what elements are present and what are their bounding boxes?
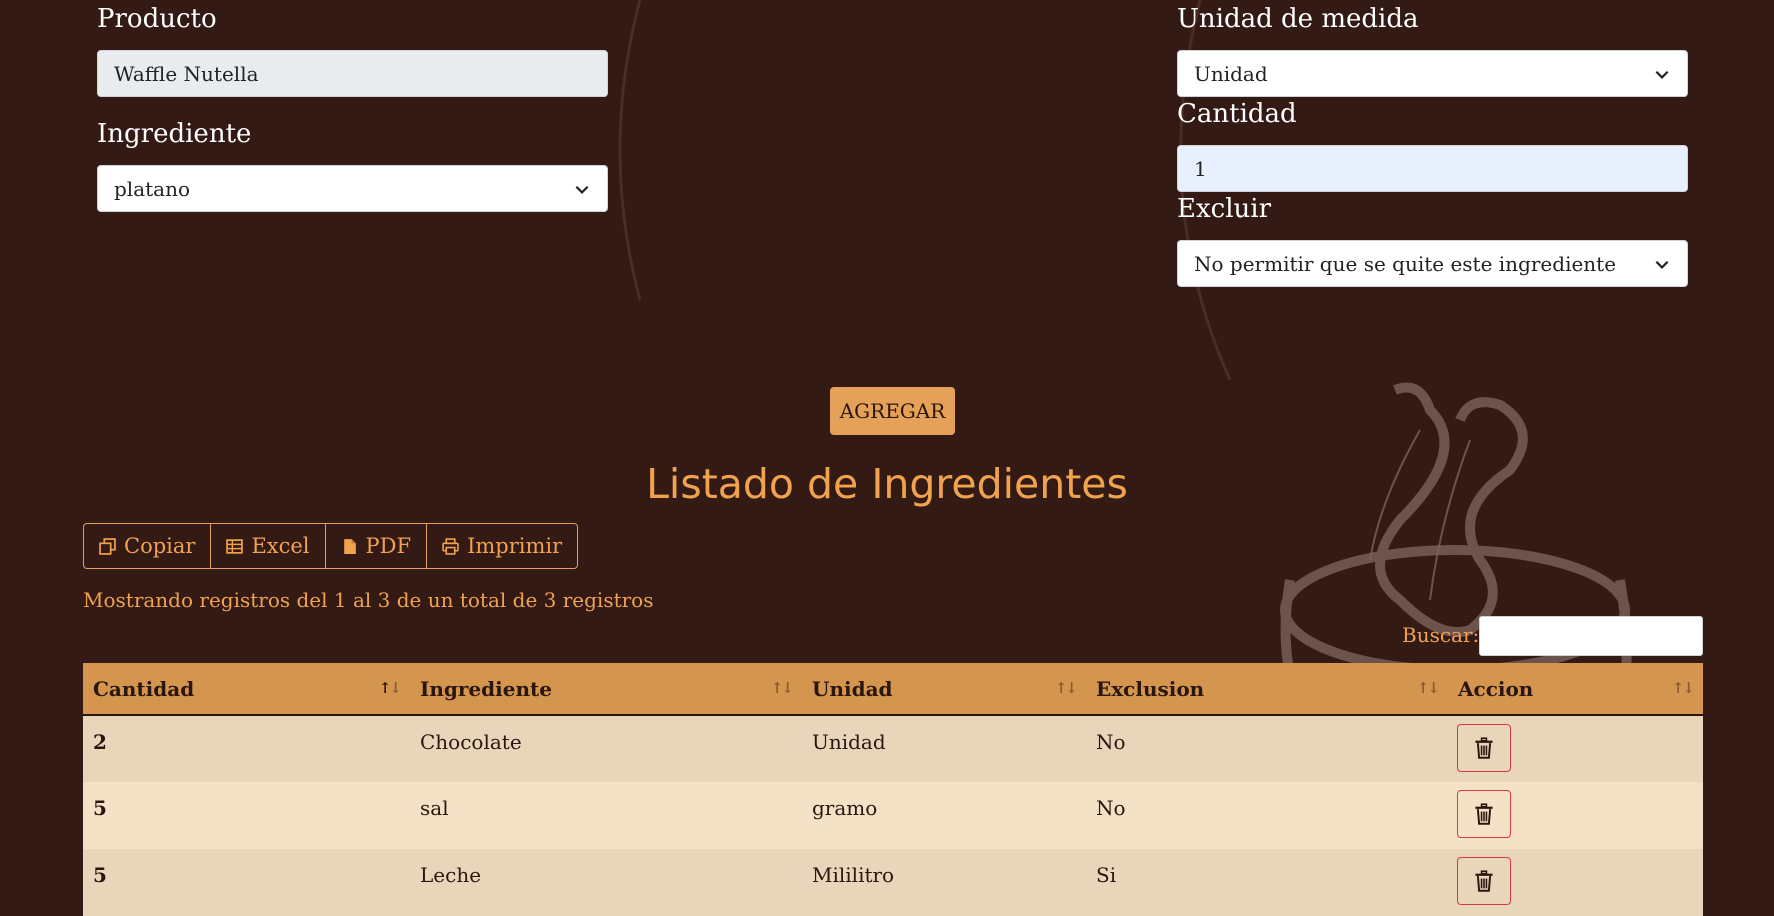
table-row: 5 sal gramo No — [83, 782, 1703, 849]
table-icon — [226, 538, 244, 554]
cell-exclusion: No — [1086, 715, 1448, 782]
column-header-unidad[interactable]: Unidad ↑↓ — [802, 663, 1086, 716]
ingrediente-value: platano — [114, 176, 191, 201]
table-row: 5 Leche Mililitro Si — [83, 849, 1703, 916]
excluir-select[interactable]: No permitir que se quite este ingredient… — [1177, 240, 1688, 287]
excel-button-label: Excel — [251, 534, 310, 558]
cell-accion — [1448, 849, 1703, 916]
column-header-cantidad[interactable]: Cantidad ↑↓ — [83, 663, 410, 716]
cell-cantidad: 5 — [83, 782, 410, 849]
delete-button[interactable] — [1457, 724, 1511, 772]
trash-icon — [1475, 803, 1493, 825]
pdf-button[interactable]: PDF — [326, 524, 428, 568]
ingrediente-label: Ingrediente — [97, 119, 252, 149]
cell-cantidad: 5 — [83, 849, 410, 916]
print-button[interactable]: Imprimir — [427, 524, 577, 568]
chevron-down-icon — [1655, 260, 1669, 269]
cantidad-input[interactable]: 1 — [1177, 145, 1688, 192]
table-row: 2 Chocolate Unidad No — [83, 715, 1703, 782]
unidad-value: Unidad — [1194, 61, 1268, 86]
unidad-label: Unidad de medida — [1177, 4, 1419, 34]
sort-icon: ↑↓ — [1054, 679, 1078, 697]
sort-icon: ↑↓ — [770, 679, 794, 697]
sort-icon: ↑↓ — [1416, 679, 1440, 697]
ingrediente-select[interactable]: platano — [97, 165, 608, 212]
cell-cantidad: 2 — [83, 715, 410, 782]
printer-icon — [442, 537, 459, 555]
copy-icon — [99, 537, 116, 555]
unidad-select[interactable]: Unidad — [1177, 50, 1688, 97]
cantidad-value: 1 — [1194, 156, 1207, 181]
producto-field[interactable]: Waffle Nutella — [97, 50, 608, 97]
copy-button[interactable]: Copiar — [84, 524, 212, 568]
column-header-accion[interactable]: Accion ↑↓ — [1448, 663, 1703, 716]
producto-label: Producto — [97, 4, 217, 34]
chevron-down-icon — [575, 185, 589, 194]
cell-unidad: Mililitro — [802, 849, 1086, 916]
copy-button-label: Copiar — [124, 534, 196, 558]
sort-icon: ↑↓ — [378, 679, 402, 697]
chevron-down-icon — [1655, 70, 1669, 79]
trash-icon — [1475, 737, 1493, 759]
sort-icon: ↑↓ — [1671, 679, 1695, 697]
cell-ingrediente: Leche — [410, 849, 802, 916]
cell-exclusion: Si — [1086, 849, 1448, 916]
pdf-file-icon — [343, 538, 356, 554]
pdf-button-label: PDF — [365, 534, 412, 558]
list-title: Listado de Ingredientes — [646, 460, 1128, 508]
search-label: Buscar: — [1402, 623, 1480, 647]
cell-unidad: Unidad — [802, 715, 1086, 782]
excluir-value: No permitir que se quite este ingredient… — [1194, 251, 1617, 276]
producto-value: Waffle Nutella — [114, 61, 259, 86]
delete-button[interactable] — [1457, 790, 1511, 838]
cell-accion — [1448, 782, 1703, 849]
table-header-row: Cantidad ↑↓ Ingrediente ↑↓ Unidad ↑↓ Exc… — [83, 663, 1703, 716]
excluir-label: Excluir — [1177, 194, 1272, 224]
ingredients-table: Cantidad ↑↓ Ingrediente ↑↓ Unidad ↑↓ Exc… — [83, 663, 1703, 916]
trash-icon — [1475, 870, 1493, 892]
column-header-ingrediente[interactable]: Ingrediente ↑↓ — [410, 663, 802, 716]
delete-button[interactable] — [1457, 857, 1511, 905]
export-button-group: Copiar Excel PDF Imprimir — [83, 523, 579, 569]
cell-unidad: gramo — [802, 782, 1086, 849]
cell-ingrediente: sal — [410, 782, 802, 849]
records-info: Mostrando registros del 1 al 3 de un tot… — [83, 588, 654, 612]
print-button-label: Imprimir — [467, 534, 563, 558]
agregar-button[interactable]: AGREGAR — [830, 387, 955, 435]
cell-ingrediente: Chocolate — [410, 715, 802, 782]
cantidad-label: Cantidad — [1177, 99, 1297, 129]
column-header-exclusion[interactable]: Exclusion ↑↓ — [1086, 663, 1448, 716]
search-input[interactable] — [1479, 616, 1703, 656]
cell-exclusion: No — [1086, 782, 1448, 849]
excel-button[interactable]: Excel — [211, 524, 326, 568]
cell-accion — [1448, 715, 1703, 782]
